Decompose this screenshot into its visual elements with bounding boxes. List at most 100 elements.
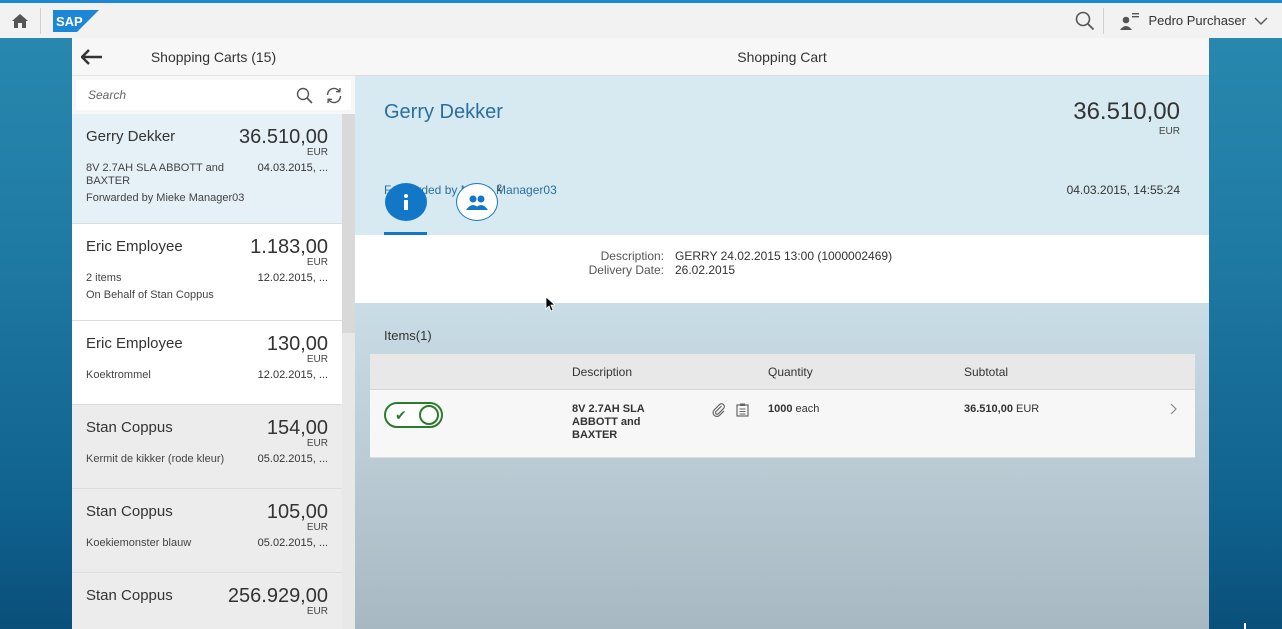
item-currency: EUR <box>306 257 328 268</box>
attachment-icon[interactable] <box>712 403 726 417</box>
search-input[interactable] <box>88 88 296 102</box>
search-box <box>76 80 351 110</box>
user-name: Pedro Purchaser <box>1148 13 1246 28</box>
item-description: Koekiemonster blauw <box>86 537 192 549</box>
object-title: Gerry Dekker <box>384 101 503 123</box>
tab-approvers-circle <box>455 183 498 221</box>
item-currency: EUR <box>306 147 328 158</box>
item-amount: 256.929,00 <box>227 585 328 607</box>
table-row[interactable]: ✔ 8V 2.7AH SLA ABBOTT and BAXTER 1000 ea… <box>370 390 1195 458</box>
row-quantity-value: 1000 <box>768 403 793 415</box>
description-value: GERRY 24.02.2015 13:00 (1000002469) <box>675 249 893 263</box>
object-currency: EUR <box>1158 126 1180 137</box>
home-icon <box>12 13 28 28</box>
user-menu-button[interactable]: Pedro Purchaser <box>1104 12 1282 30</box>
tab-approvers[interactable] <box>455 183 498 221</box>
item-note: Forwarded by Mieke Manager03 <box>86 192 245 204</box>
tab-info[interactable] <box>384 183 427 221</box>
row-subtotal-value: 36.510,00 <box>964 403 1013 415</box>
item-name: Eric Employee <box>86 335 183 352</box>
search-bar <box>72 76 355 114</box>
object-date: 04.03.2015, 14:55:24 <box>1066 183 1180 197</box>
item-name: Eric Employee <box>86 238 183 255</box>
corner-mark <box>1244 623 1246 629</box>
list-item[interactable]: Eric Employee 130,00 EUR Koektrommel 12.… <box>72 321 342 405</box>
item-amount: 105,00 <box>266 501 328 523</box>
item-date: 05.02.2015, ... <box>257 453 328 465</box>
row-quantity-unit: each <box>795 403 820 415</box>
items-title: Items(1) <box>384 328 432 343</box>
people-icon <box>465 195 488 210</box>
item-date: 04.03.2015, ... <box>257 162 328 174</box>
table-header: Description Quantity Subtotal <box>370 354 1195 390</box>
list-scrollbar[interactable] <box>342 114 355 629</box>
svg-text:SAP: SAP <box>56 14 83 29</box>
row-icons <box>712 403 749 417</box>
delivery-date-value: 26.02.2015 <box>675 263 736 277</box>
item-description: Kermit de kikker (rode kleur) <box>86 453 225 465</box>
detail-page-title: Shopping Cart <box>355 38 1209 76</box>
item-amount: 36.510,00 <box>239 126 328 148</box>
item-description: Koektrommel <box>86 369 151 381</box>
list-item[interactable]: Stan Coppus 154,00 EUR Kermit de kikker … <box>72 405 342 489</box>
info-icon <box>403 194 408 210</box>
delivery-date-label: Delivery Date: <box>588 263 664 277</box>
item-amount: 130,00 <box>266 333 328 355</box>
home-button[interactable] <box>0 3 40 38</box>
item-amount: 1.183,00 <box>250 236 328 258</box>
item-description: 2 items <box>86 272 122 284</box>
row-quantity: 1000 each <box>768 403 819 415</box>
item-date: 12.02.2015, ... <box>257 369 328 381</box>
search-icon <box>1076 11 1095 30</box>
item-currency: EUR <box>306 354 328 365</box>
master-header: Shopping Carts (15) <box>72 38 355 76</box>
chevron-right-icon[interactable] <box>1169 403 1177 418</box>
check-icon: ✔ <box>395 406 407 423</box>
list-item[interactable]: Gerry Dekker 36.510,00 EUR 8V 2.7AH SLA … <box>72 114 342 224</box>
column-quantity: Quantity <box>768 364 813 379</box>
column-subtotal: Subtotal <box>964 364 1009 379</box>
row-subtotal: 36.510,00 EUR <box>964 403 1039 415</box>
item-name: Stan Coppus <box>86 419 173 436</box>
back-button[interactable] <box>72 38 112 76</box>
approve-toggle[interactable]: ✔ <box>384 402 443 428</box>
scrollbar-thumb[interactable] <box>342 114 355 333</box>
column-description: Description <box>572 364 633 379</box>
master-pane: Shopping Carts (15) Gerry Dekker <box>72 38 355 629</box>
arrow-left-icon <box>81 48 102 65</box>
description-label: Description: <box>600 249 664 263</box>
row-subtotal-currency: EUR <box>1016 403 1040 415</box>
list-item[interactable]: Stan Coppus 105,00 EUR Koekiemonster bla… <box>72 489 342 573</box>
cart-list: Gerry Dekker 36.510,00 EUR 8V 2.7AH SLA … <box>72 114 342 629</box>
item-currency: EUR <box>306 522 328 533</box>
item-date: 05.02.2015, ... <box>257 537 328 549</box>
list-item[interactable]: Stan Coppus 256.929,00 EUR <box>72 573 342 629</box>
item-note: On Behalf of Stan Coppus <box>86 289 214 301</box>
item-name: Stan Coppus <box>86 587 173 604</box>
header-separator <box>40 7 41 34</box>
toggle-knob <box>419 405 439 425</box>
tab-approvers-count: 2 <box>497 183 503 193</box>
item-date: 12.02.2015, ... <box>257 272 328 284</box>
header-search-button[interactable] <box>1067 3 1103 38</box>
master-title: Shopping Carts (15) <box>150 48 277 65</box>
item-name: Gerry Dekker <box>86 128 176 145</box>
item-amount: 154,00 <box>266 417 328 439</box>
shell-header: SAP Pedro Purchaser <box>0 0 1282 38</box>
row-description: 8V 2.7AH SLA ABBOTT and BAXTER <box>572 403 645 441</box>
items-table: Description Quantity Subtotal ✔ 8V 2.7AH… <box>370 354 1195 458</box>
note-icon[interactable] <box>736 403 749 417</box>
list-item[interactable]: Eric Employee 1.183,00 EUR 2 items 12.02… <box>72 224 342 321</box>
object-amount: 36.510,00 <box>1073 98 1180 125</box>
refresh-icon[interactable] <box>325 87 343 104</box>
item-currency: EUR <box>306 606 328 617</box>
sap-logo: SAP <box>53 9 99 32</box>
tab-info-circle <box>384 183 427 221</box>
detail-pane: Shopping Cart Gerry Dekker 36.510,00 EUR… <box>355 38 1209 629</box>
item-description: 8V 2.7AH SLA ABBOTT and BAXTER <box>86 162 224 187</box>
chevron-down-icon <box>1254 17 1268 25</box>
item-currency: EUR <box>306 438 328 449</box>
user-icon <box>1120 12 1140 30</box>
item-name: Stan Coppus <box>86 503 173 520</box>
search-icon[interactable] <box>296 87 313 104</box>
